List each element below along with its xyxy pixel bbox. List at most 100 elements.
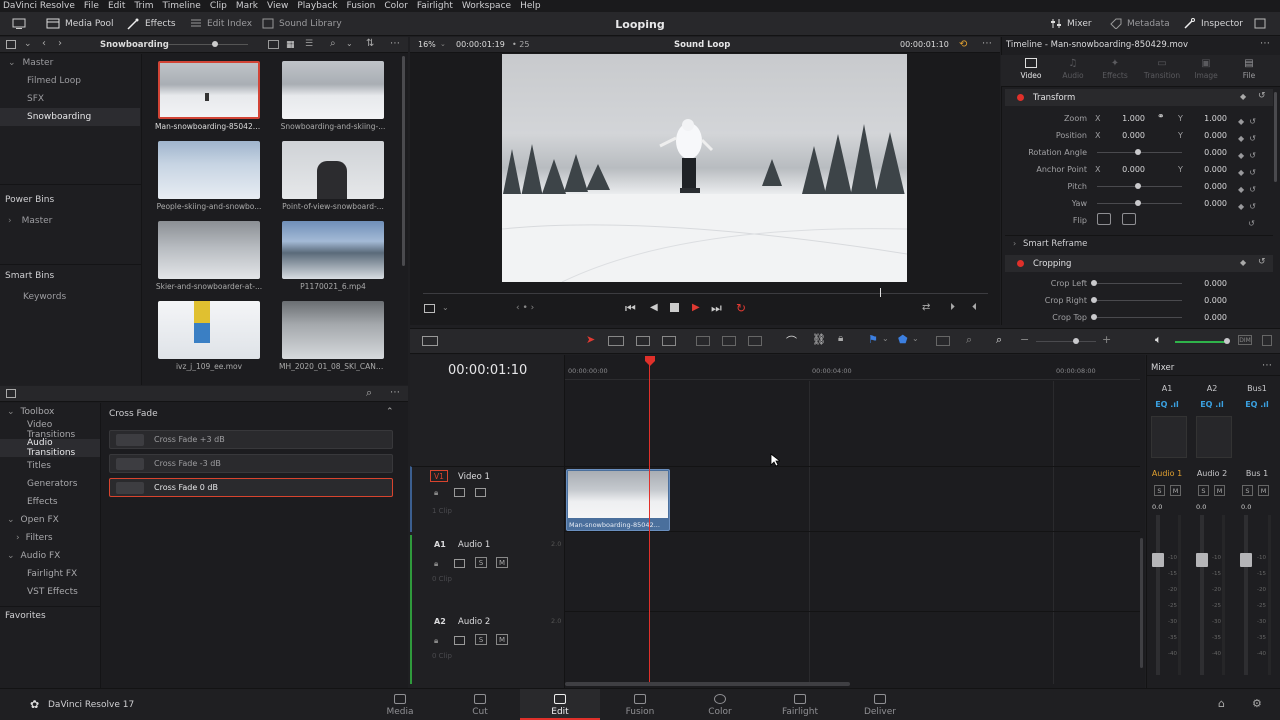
eq-button[interactable]: EQ .ıl xyxy=(1192,400,1232,409)
solo-button[interactable]: S xyxy=(475,634,487,645)
more-options-icon[interactable]: ⋯ xyxy=(982,38,992,49)
chevron-down-icon[interactable]: ⌄ xyxy=(912,334,919,343)
clip-grid-scrollbar[interactable] xyxy=(402,56,405,266)
menu-item-view[interactable]: View xyxy=(267,1,288,11)
previous-frame-icon[interactable]: ⏴ xyxy=(972,302,977,313)
yaw-slider-handle[interactable] xyxy=(1135,200,1141,206)
snapping-icon[interactable]: ⌒ xyxy=(786,333,797,349)
page-fusion[interactable]: Fusion xyxy=(600,689,680,720)
panel-collapse-icon[interactable] xyxy=(1254,18,1266,29)
overwrite-clip-icon[interactable] xyxy=(722,336,736,346)
crop-right-value[interactable]: 0.000 xyxy=(1187,296,1227,305)
timeline-horizontal-scrollbar[interactable] xyxy=(565,682,850,686)
chevron-down-icon[interactable]: ⌄ xyxy=(440,40,446,48)
loop-sync-icon[interactable]: ⟲ xyxy=(959,39,967,50)
menu-item-playback[interactable]: Playback xyxy=(297,1,337,11)
custom-zoom-icon[interactable]: ⌕ xyxy=(996,333,1002,347)
auto-select-icon[interactable] xyxy=(454,559,465,568)
page-fairlight[interactable]: Fairlight xyxy=(760,689,840,720)
transform-section-header[interactable]: Transform ◆ ↺ xyxy=(1005,89,1273,106)
metadata-button[interactable]: Metadata xyxy=(1110,18,1170,29)
insert-clip-icon[interactable] xyxy=(696,336,710,346)
scrubber-playhead[interactable] xyxy=(880,288,881,297)
effect-item-selected[interactable]: Cross Fade 0 dB xyxy=(109,478,393,497)
menu-item-color[interactable]: Color xyxy=(384,1,408,11)
tab-transition[interactable]: ▭ Transition xyxy=(1139,58,1185,81)
page-cut[interactable]: Cut xyxy=(440,689,520,720)
page-edit[interactable]: Edit xyxy=(520,689,600,720)
project-manager-home-icon[interactable]: ⌂ xyxy=(1218,697,1225,710)
clip-thumbnail[interactable] xyxy=(158,141,260,199)
position-lock-icon[interactable]: 🔒︎ xyxy=(838,333,843,344)
search-options-chevron-icon[interactable]: ⌄ xyxy=(346,39,353,48)
lock-icon[interactable]: 🔒︎ xyxy=(434,636,438,646)
rotation-slider-handle[interactable] xyxy=(1135,149,1141,155)
page-deliver[interactable]: Deliver xyxy=(840,689,920,720)
sound-library-button[interactable]: Sound Library xyxy=(262,18,342,29)
tree-fairlight-fx[interactable]: Fairlight FX xyxy=(0,565,100,583)
crop-left-value[interactable]: 0.000 xyxy=(1187,279,1227,288)
fader-handle[interactable] xyxy=(1196,553,1208,567)
replace-clip-icon[interactable] xyxy=(748,336,762,346)
menu-item-timeline[interactable]: Timeline xyxy=(163,1,201,11)
marker-icon[interactable]: ⬟ xyxy=(898,333,908,346)
tab-effects[interactable]: ✦ Effects xyxy=(1095,58,1135,81)
pan-control[interactable] xyxy=(1151,416,1187,458)
tree-generators[interactable]: Generators xyxy=(0,475,100,493)
menu-item-workspace[interactable]: Workspace xyxy=(462,1,511,11)
edit-index-button[interactable]: Edit Index xyxy=(190,18,252,29)
track-header-audio2[interactable]: A2 Audio 2 2.0 🔒︎ S M 0 Clip xyxy=(410,612,565,684)
tree-toolbox[interactable]: ⌄ Toolbox xyxy=(0,403,100,421)
tree-audio-transitions[interactable]: Audio Transitions xyxy=(0,438,100,458)
anchor-x-value[interactable]: 0.000 xyxy=(1105,165,1145,174)
link-icon[interactable]: ⚭ xyxy=(1157,112,1165,122)
menu-item-edit[interactable]: Edit xyxy=(108,1,125,11)
solo-button[interactable]: S xyxy=(475,557,487,568)
volume-icon[interactable]: 🔈︎ xyxy=(1155,333,1162,347)
crop-right-slider[interactable] xyxy=(1097,300,1182,301)
dynamic-trim-icon[interactable] xyxy=(636,336,650,346)
chevron-down-icon[interactable]: ⌄ xyxy=(882,334,889,343)
smart-bin-keywords[interactable]: Keywords xyxy=(0,288,140,306)
auto-select-icon[interactable] xyxy=(454,488,465,497)
anchor-y-value[interactable]: 0.000 xyxy=(1187,165,1227,174)
collapse-chevron-icon[interactable]: ⌃ xyxy=(386,407,394,417)
tree-filters[interactable]: › Filters xyxy=(0,529,100,547)
mute-button[interactable]: M xyxy=(496,634,508,645)
keyframe-reset-row[interactable]: ◆ ↺ xyxy=(1238,130,1268,147)
thumb-size-handle[interactable] xyxy=(212,41,218,47)
tab-image[interactable]: ▣ Image xyxy=(1186,58,1226,81)
expand-chevron-icon[interactable]: › xyxy=(1013,239,1016,248)
previous-edit-icon[interactable]: ‹ • › xyxy=(516,303,534,313)
effects-button[interactable]: Effects xyxy=(126,18,176,30)
flag-icon[interactable]: ⚑ xyxy=(868,333,878,346)
tab-file[interactable]: ▤ File xyxy=(1229,58,1269,81)
zoom-slider-handle[interactable] xyxy=(1073,338,1079,344)
menu-item-trim[interactable]: Trim xyxy=(134,1,153,11)
workspace-icon[interactable] xyxy=(12,18,26,29)
keyframe-reset-row[interactable]: ◆ ↺ xyxy=(1238,198,1268,215)
chevron-down-icon[interactable]: ⌄ xyxy=(442,303,449,312)
menu-item-fusion[interactable]: Fusion xyxy=(347,1,376,11)
thumb-size-slider[interactable] xyxy=(168,44,248,45)
go-to-end-icon[interactable]: ⏭ xyxy=(711,301,722,316)
back-icon[interactable]: ‹ xyxy=(42,38,46,49)
zoom-y-value[interactable]: 1.000 xyxy=(1187,114,1227,123)
yaw-value[interactable]: 0.000 xyxy=(1187,199,1227,208)
next-frame-icon[interactable]: ⏵ xyxy=(950,302,955,313)
keyframe-reset-row[interactable]: ↺ xyxy=(1238,215,1268,232)
mute-button[interactable]: M xyxy=(1214,485,1225,496)
solo-button[interactable]: S xyxy=(1198,485,1209,496)
sidebar-toggle-icon[interactable] xyxy=(6,40,16,49)
flip-vertical-icon[interactable] xyxy=(1122,213,1136,225)
tree-effects[interactable]: Effects xyxy=(0,493,100,511)
lock-icon[interactable]: 🔒︎ xyxy=(434,488,438,498)
viewer-clip-name[interactable]: Sound Loop xyxy=(674,40,730,50)
meter-toggle-icon[interactable] xyxy=(1262,335,1272,346)
flip-horizontal-icon[interactable] xyxy=(1097,213,1111,225)
clip-thumbnail[interactable] xyxy=(282,301,384,359)
blade-tool-icon[interactable] xyxy=(662,336,676,346)
tree-open-fx[interactable]: ⌄ Open FX xyxy=(0,511,100,529)
play-reverse-icon[interactable]: ◀ xyxy=(650,302,658,313)
keyframe-icon[interactable]: ◆ xyxy=(1240,258,1246,267)
